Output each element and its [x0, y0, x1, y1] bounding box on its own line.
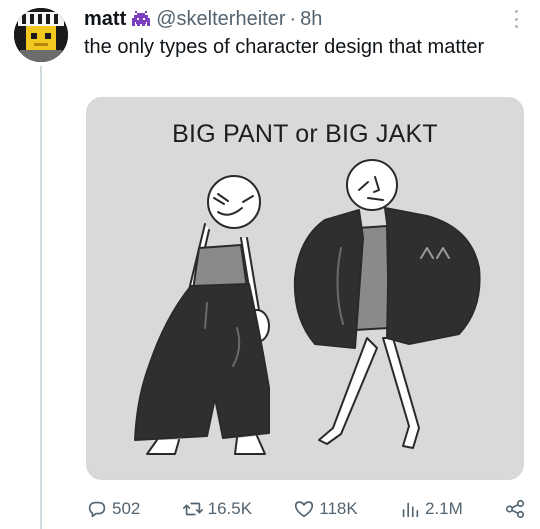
like-count: 118K — [319, 499, 358, 518]
tweet-header: matt @skelterheiter · 8h — [84, 6, 322, 32]
drawing-illustration — [134, 159, 481, 455]
thread-line — [40, 66, 42, 529]
like-button[interactable]: 118K — [293, 498, 358, 520]
repost-icon — [182, 502, 203, 516]
heart-icon — [295, 501, 314, 518]
reply-button[interactable]: 502 — [86, 498, 140, 520]
timestamp[interactable]: 8h — [300, 6, 322, 32]
author-handle[interactable]: @skelterheiter — [156, 6, 285, 32]
image-caption: BIG PANT or BIG JAKT — [172, 120, 438, 148]
repost-button[interactable]: 16.5K — [182, 498, 252, 520]
share-button[interactable] — [504, 498, 526, 520]
tweet-image[interactable]: BIG PANT or BIG JAKT — [86, 97, 524, 480]
avatar[interactable] — [14, 8, 68, 62]
repost-count: 16.5K — [207, 499, 253, 518]
share-icon — [505, 499, 525, 519]
reply-icon — [88, 501, 106, 518]
purple-alien-emoji-icon — [131, 9, 151, 29]
reply-count: 502 — [112, 499, 141, 518]
more-options-icon[interactable] — [506, 8, 526, 30]
views-chart-icon — [402, 502, 419, 518]
tweet-actions: 502 16.5K 118K 2.1M — [86, 496, 526, 522]
view-count: 2.1M — [424, 499, 463, 518]
views-button[interactable]: 2.1M — [399, 498, 463, 520]
separator-dot: · — [289, 8, 297, 30]
author-name[interactable]: matt — [84, 6, 126, 32]
tweet-text: the only types of character design that … — [84, 36, 485, 58]
